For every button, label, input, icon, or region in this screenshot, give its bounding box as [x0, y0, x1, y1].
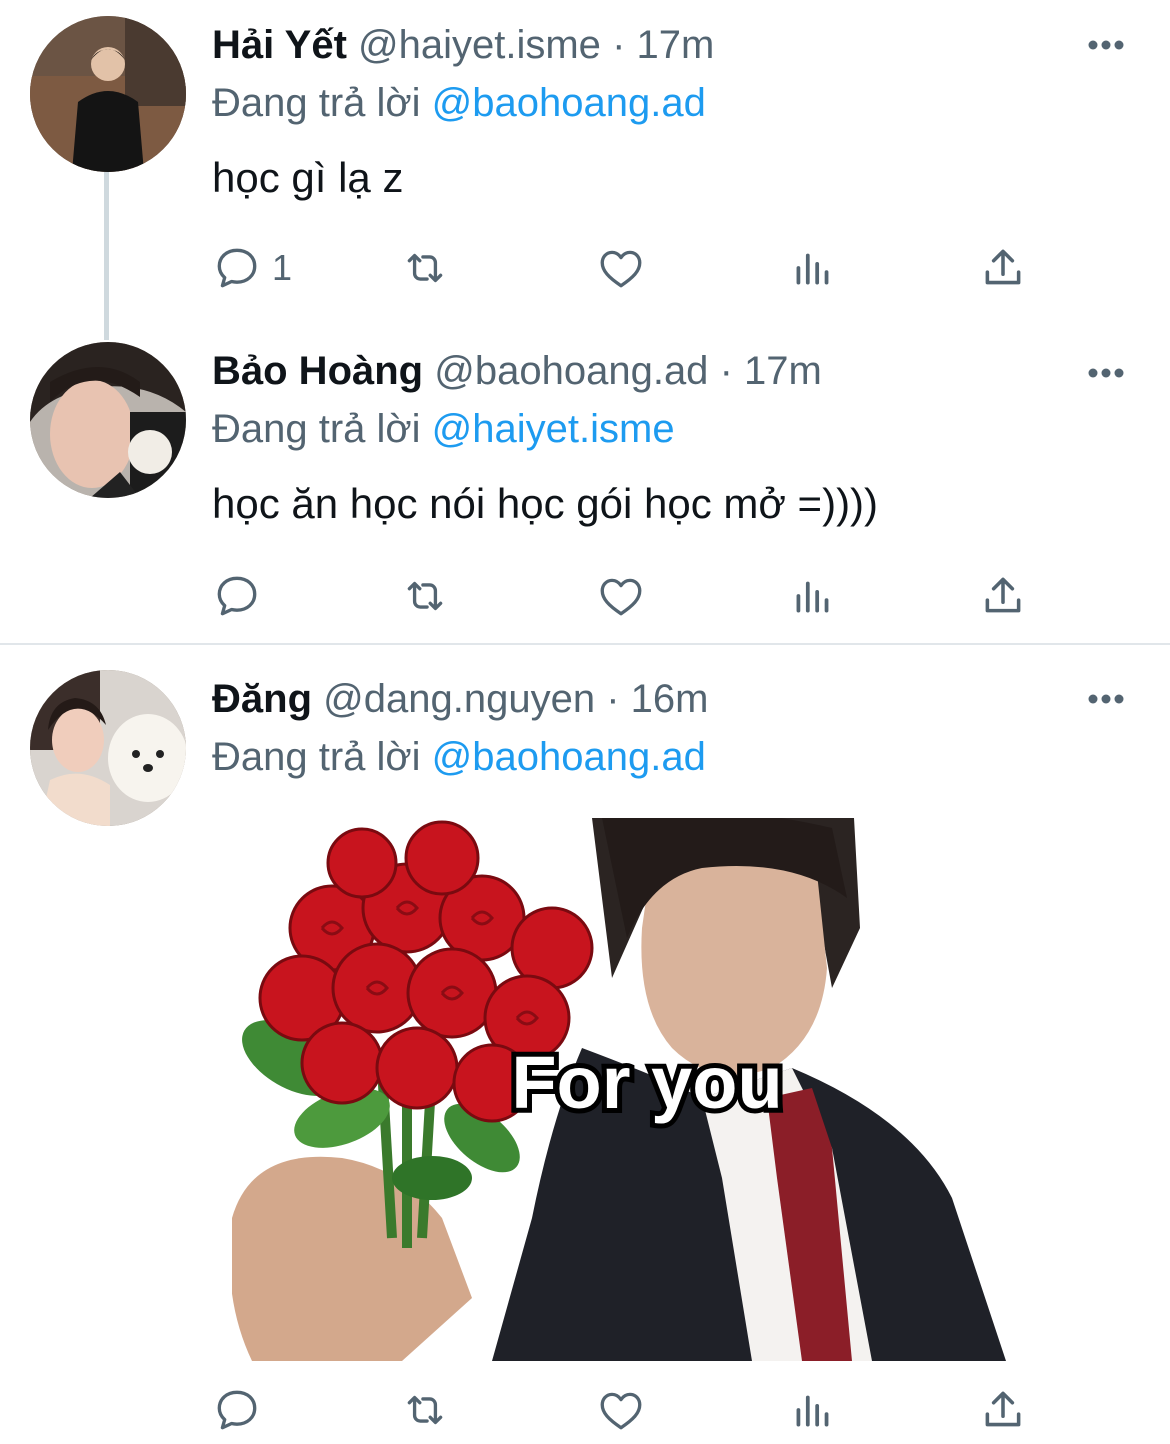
replying-to-mention[interactable]: @baohoang.ad — [432, 735, 706, 779]
author-name[interactable]: Bảo Hoàng — [212, 349, 423, 393]
meme-caption: For you — [511, 1041, 782, 1124]
author-handle[interactable]: @haiyet.isme — [358, 23, 601, 67]
replying-prefix: Đang trả lời — [212, 407, 421, 451]
author-name[interactable]: Hải Yết — [212, 23, 347, 67]
bar-chart-icon — [796, 253, 829, 285]
tweet-timestamp[interactable]: 16m — [631, 677, 709, 721]
views-button[interactable] — [788, 1382, 838, 1438]
views-button[interactable] — [788, 568, 838, 624]
replying-to-line: Đang trả lời @baohoang.ad — [212, 78, 706, 128]
retweet-icon — [407, 581, 443, 611]
bar-chart-icon — [796, 581, 829, 613]
for-you-meme-image: For you — [232, 818, 1006, 1361]
reply-count: 1 — [272, 247, 293, 288]
avatar-dang[interactable] — [30, 670, 186, 826]
heart-icon — [600, 578, 642, 616]
reply-button[interactable] — [212, 568, 272, 624]
more-dots-icon[interactable] — [1086, 38, 1126, 52]
more-dots-icon[interactable] — [1086, 692, 1126, 706]
avatar-hai-yet[interactable] — [30, 16, 186, 172]
avatar-bao-hoang[interactable] — [30, 342, 186, 498]
share-icon — [985, 577, 1021, 613]
like-button[interactable] — [596, 568, 646, 624]
replying-to-line: Đang trả lời @haiyet.isme — [212, 404, 675, 454]
replying-to-mention[interactable]: @haiyet.isme — [432, 407, 675, 451]
replying-to-line: Đang trả lời @baohoang.ad — [212, 732, 706, 782]
tweet-media-image[interactable]: For you — [232, 818, 1006, 1361]
share-button[interactable] — [978, 240, 1028, 296]
views-button[interactable] — [788, 240, 838, 296]
retweet-button[interactable] — [400, 568, 450, 624]
speech-bubble-icon — [217, 576, 257, 616]
retweet-icon — [407, 1395, 443, 1425]
tweet-header: Hải Yết @haiyet.isme · 17m — [212, 20, 714, 70]
reply-button[interactable] — [212, 1382, 272, 1438]
share-icon — [985, 1391, 1021, 1427]
replying-prefix: Đang trả lời — [212, 735, 421, 779]
speech-bubble-icon — [217, 248, 257, 288]
reply-button[interactable]: 1 — [212, 240, 292, 296]
replying-to-mention[interactable]: @baohoang.ad — [432, 81, 706, 125]
share-button[interactable] — [978, 1382, 1028, 1438]
like-button[interactable] — [596, 1382, 646, 1438]
tweet-header: Đăng @dang.nguyen · 16m — [212, 674, 708, 724]
tweet-timestamp[interactable]: 17m — [744, 349, 822, 393]
separator-dot: · — [612, 23, 626, 67]
tweet-divider — [0, 643, 1170, 645]
share-button[interactable] — [978, 568, 1028, 624]
more-dots-icon[interactable] — [1086, 366, 1126, 380]
thread-connector-line — [104, 172, 109, 340]
tweet-actions — [212, 1382, 1032, 1442]
tweet-header: Bảo Hoàng @baohoang.ad · 17m — [212, 346, 822, 396]
tweet-actions: 1 — [212, 240, 1032, 300]
tweet-text: học ăn học nói học gói học mở =)))) — [212, 480, 879, 527]
share-icon — [985, 249, 1021, 285]
speech-bubble-icon — [217, 1390, 257, 1430]
tweet-text: học gì lạ z — [212, 154, 404, 201]
retweet-icon — [407, 253, 443, 283]
separator-dot: · — [719, 349, 733, 393]
retweet-button[interactable] — [400, 1382, 450, 1438]
author-handle[interactable]: @baohoang.ad — [434, 349, 708, 393]
replying-prefix: Đang trả lời — [212, 81, 421, 125]
tweet-actions — [212, 568, 1032, 628]
tweet-timestamp[interactable]: 17m — [637, 23, 715, 67]
author-name[interactable]: Đăng — [212, 677, 312, 721]
heart-icon — [600, 1392, 642, 1430]
bar-chart-icon — [796, 1395, 829, 1427]
author-handle[interactable]: @dang.nguyen — [323, 677, 595, 721]
separator-dot: · — [606, 677, 620, 721]
heart-icon — [600, 250, 642, 288]
like-button[interactable] — [596, 240, 646, 296]
retweet-button[interactable] — [400, 240, 450, 296]
